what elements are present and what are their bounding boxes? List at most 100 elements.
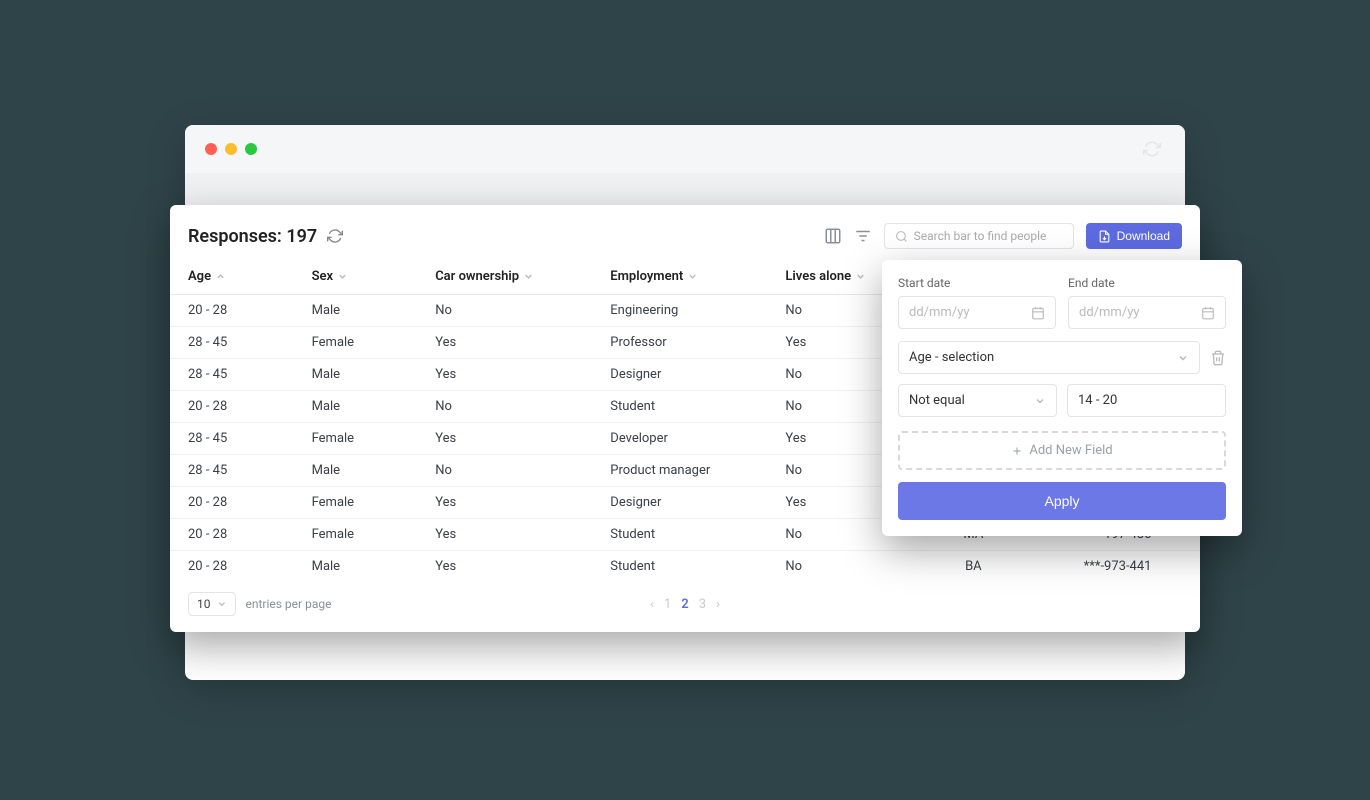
filter-operator-value: Not equal	[909, 393, 965, 408]
cell-age: 20 - 28	[170, 295, 294, 327]
cell-age: 28 - 45	[170, 455, 294, 487]
cell-emp: Student	[592, 519, 767, 551]
start-date-input[interactable]: dd/mm/yy	[898, 296, 1056, 329]
columns-icon[interactable]	[824, 227, 842, 245]
cell-sex: Female	[294, 327, 418, 359]
page-title: Responses: 197	[188, 226, 317, 247]
page-prev[interactable]: ‹	[650, 597, 654, 612]
chevron-down-icon	[1177, 352, 1189, 364]
cell-car: Yes	[417, 359, 592, 391]
filter-panel: Start date dd/mm/yy End date dd/mm/yy Ag…	[882, 260, 1242, 536]
cell-emp: Student	[592, 391, 767, 423]
cell-sex: Male	[294, 391, 418, 423]
start-date-label: Start date	[898, 276, 1056, 290]
refresh-icon[interactable]	[327, 228, 343, 244]
end-date-input[interactable]: dd/mm/yy	[1068, 296, 1226, 329]
filter-value-input[interactable]: 14 - 20	[1067, 384, 1226, 417]
sort-asc-icon	[215, 271, 226, 282]
calendar-icon	[1031, 306, 1045, 320]
card-footer: 10 entries per page ‹ 1 2 3 ›	[170, 582, 1200, 620]
filter-field-select[interactable]: Age - selection	[898, 341, 1200, 374]
cell-emp: Student	[592, 551, 767, 583]
entries-value: 10	[197, 597, 211, 611]
cell-emp: Product manager	[592, 455, 767, 487]
cell-car: Yes	[417, 519, 592, 551]
close-window-icon[interactable]	[205, 143, 217, 155]
cell-car: No	[417, 455, 592, 487]
search-placeholder: Search bar to find people	[914, 229, 1047, 243]
filter-operator-select[interactable]: Not equal	[898, 384, 1057, 417]
start-date-placeholder: dd/mm/yy	[909, 305, 970, 320]
cell-sex: Female	[294, 423, 418, 455]
cell-age: 28 - 45	[170, 327, 294, 359]
search-icon	[895, 230, 908, 243]
card-header: Responses: 197 Search bar to find people…	[170, 223, 1200, 259]
col-employment[interactable]: Employment	[592, 259, 767, 295]
pagination: ‹ 1 2 3 ›	[650, 597, 720, 612]
end-date-placeholder: dd/mm/yy	[1079, 305, 1140, 320]
table-row[interactable]: 20 - 28MaleYesStudentNoBA***-973-441	[170, 551, 1200, 583]
cell-sex: Male	[294, 295, 418, 327]
add-new-field-button[interactable]: Add New Field	[898, 431, 1226, 470]
chevron-down-icon	[523, 271, 534, 282]
apply-label: Apply	[1044, 493, 1079, 509]
delete-filter-icon[interactable]	[1210, 350, 1226, 366]
filter-value-text: 14 - 20	[1078, 393, 1117, 408]
cell-car: Yes	[417, 487, 592, 519]
chevron-down-icon	[855, 271, 866, 282]
cell-edu: BA	[912, 551, 1036, 583]
entries-label: entries per page	[246, 597, 332, 611]
cell-emp: Professor	[592, 327, 767, 359]
cell-sex: Female	[294, 519, 418, 551]
filter-field-value: Age - selection	[909, 350, 994, 365]
cell-car: No	[417, 295, 592, 327]
chevron-down-icon	[687, 271, 698, 282]
cell-age: 20 - 28	[170, 391, 294, 423]
maximize-window-icon[interactable]	[245, 143, 257, 155]
cell-emp: Developer	[592, 423, 767, 455]
cell-age: 20 - 28	[170, 487, 294, 519]
cell-phone: ***-973-441	[1035, 551, 1200, 583]
cell-age: 28 - 45	[170, 423, 294, 455]
cell-age: 20 - 28	[170, 551, 294, 583]
browser-refresh-icon[interactable]	[1143, 140, 1161, 158]
cell-car: No	[417, 391, 592, 423]
cell-sex: Male	[294, 359, 418, 391]
cell-car: Yes	[417, 423, 592, 455]
add-field-label: Add New Field	[1029, 443, 1112, 458]
chevron-down-icon	[337, 271, 348, 282]
card-toolbar: Search bar to find people Download	[824, 223, 1182, 249]
end-date-label: End date	[1068, 276, 1226, 290]
cell-sex: Female	[294, 487, 418, 519]
col-car[interactable]: Car ownership	[417, 259, 592, 295]
cell-lives: No	[767, 551, 911, 583]
minimize-window-icon[interactable]	[225, 143, 237, 155]
cell-car: Yes	[417, 551, 592, 583]
col-sex[interactable]: Sex	[294, 259, 418, 295]
download-button[interactable]: Download	[1086, 223, 1182, 249]
browser-titlebar	[185, 125, 1185, 173]
cell-car: Yes	[417, 327, 592, 359]
cell-age: 28 - 45	[170, 359, 294, 391]
calendar-icon	[1201, 306, 1215, 320]
filter-icon[interactable]	[854, 227, 872, 245]
cell-sex: Male	[294, 551, 418, 583]
page-next[interactable]: ›	[716, 597, 720, 612]
download-icon	[1098, 230, 1111, 243]
cell-emp: Designer	[592, 487, 767, 519]
cell-emp: Engineering	[592, 295, 767, 327]
page-2[interactable]: 2	[681, 597, 688, 612]
download-label: Download	[1117, 229, 1170, 243]
cell-age: 20 - 28	[170, 519, 294, 551]
page-3[interactable]: 3	[699, 597, 706, 612]
cell-emp: Designer	[592, 359, 767, 391]
col-age[interactable]: Age	[170, 259, 294, 295]
search-input[interactable]: Search bar to find people	[884, 223, 1074, 249]
chevron-down-icon	[217, 599, 227, 609]
chevron-down-icon	[1034, 395, 1046, 407]
window-controls	[205, 143, 257, 155]
page-1[interactable]: 1	[664, 597, 671, 612]
entries-per-page-select[interactable]: 10	[188, 592, 236, 616]
apply-button[interactable]: Apply	[898, 482, 1226, 520]
plus-icon	[1011, 445, 1023, 457]
